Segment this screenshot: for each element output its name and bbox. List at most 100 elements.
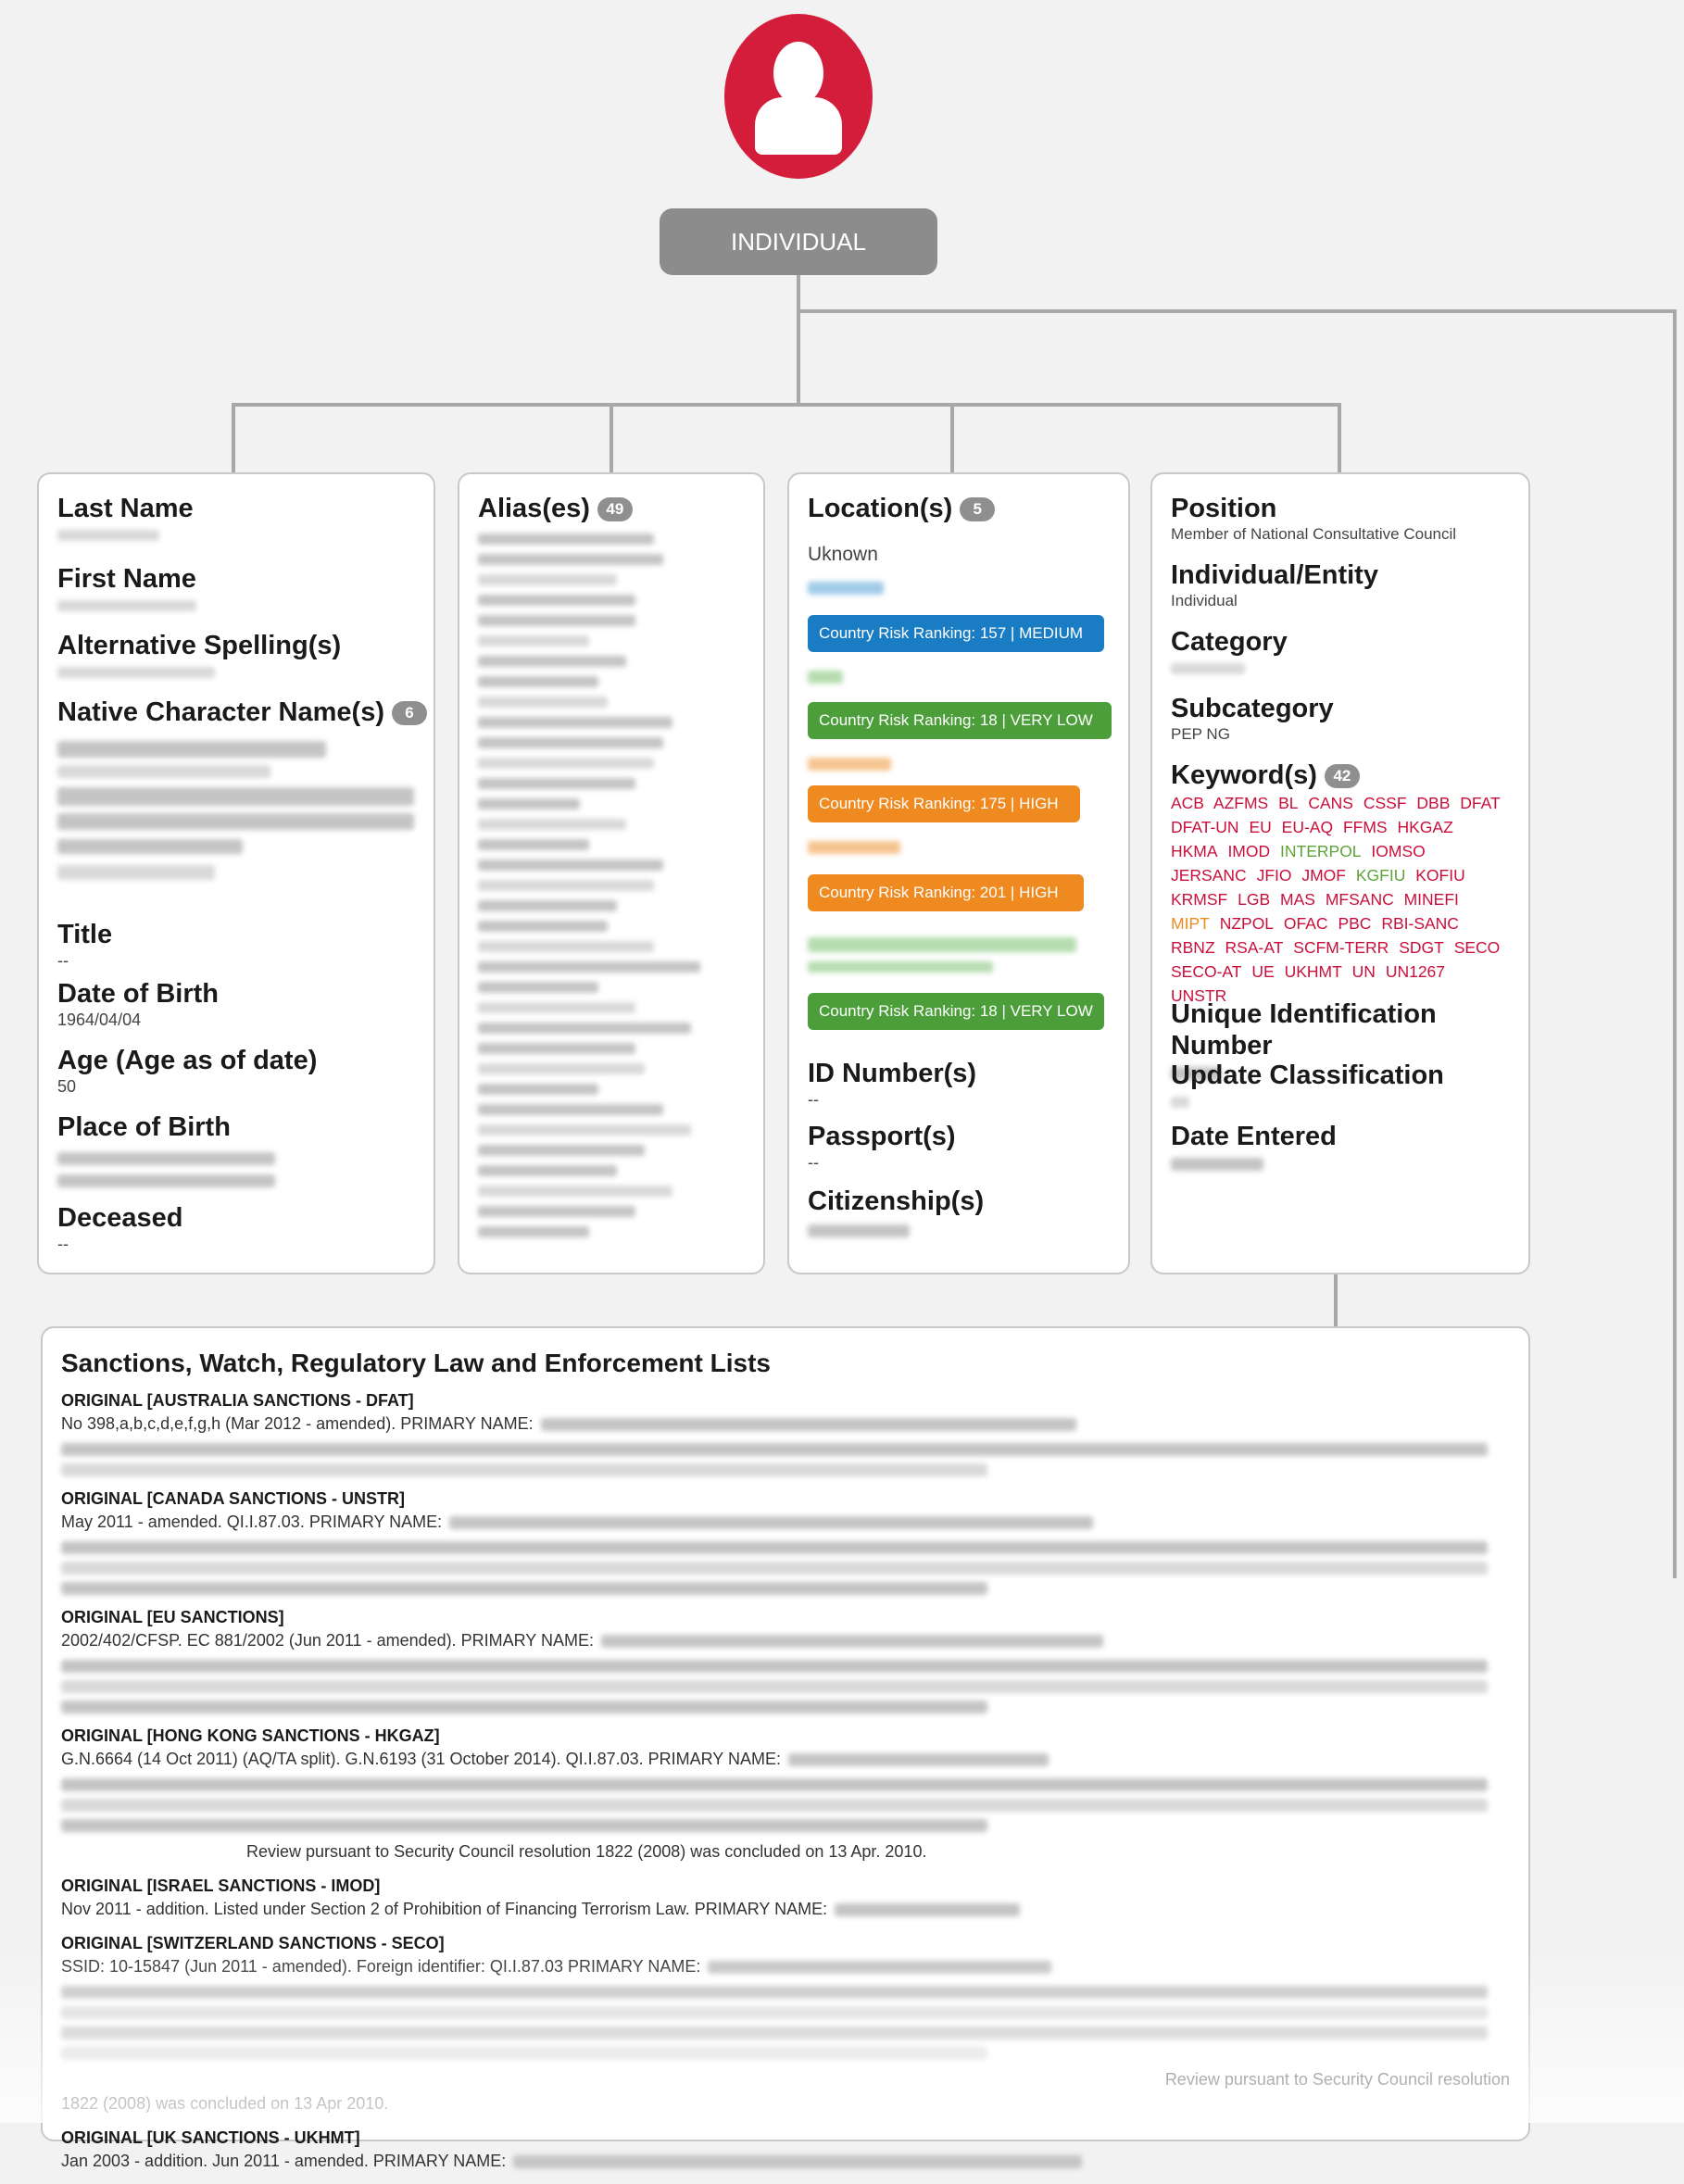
alias-redacted-row [478, 554, 663, 565]
aliases-label-text: Alias(es) [478, 494, 590, 523]
sanction-entry-header: ORIGINAL [CANADA SANCTIONS - UNSTR] [61, 1489, 405, 1508]
dob-field: Date of Birth 1964/04/04 [57, 978, 434, 1030]
connector-line [232, 403, 1341, 407]
category-label: Category [1171, 627, 1288, 657]
title-label: Title [57, 920, 113, 949]
alias-redacted-row [478, 798, 580, 810]
keyword-tag: EU-AQ [1281, 818, 1334, 836]
connector-line [610, 403, 613, 472]
native-name-label: Native Character Name(s) 6 [57, 697, 434, 728]
redacted-value [57, 1174, 275, 1187]
alias-redacted-row [478, 1043, 635, 1054]
native-name-field: Native Character Name(s) 6 [57, 697, 434, 880]
keywords-label-text: Keyword(s) [1171, 760, 1317, 790]
id-number-label: ID Number(s) [808, 1059, 977, 1088]
keyword-tag: UKHMT [1284, 962, 1342, 981]
aliases-label: Alias(es) 49 [478, 493, 763, 524]
alias-list [478, 533, 763, 1237]
first-name-label: First Name [57, 564, 196, 594]
alias-redacted-row [478, 1145, 645, 1156]
individual-entity-field: Individual/Entity Individual [1171, 559, 1528, 611]
keyword-tag: MAS [1280, 890, 1315, 909]
alias-redacted-row [478, 737, 663, 748]
sanctions-card: Sanctions, Watch, Regulatory Law and Enf… [41, 1326, 1530, 2170]
alias-redacted-row [478, 1226, 589, 1237]
redacted-value [601, 1635, 1103, 1649]
keyword-tag: INTERPOL [1280, 842, 1362, 860]
last-name-field: Last Name [57, 493, 434, 541]
connector-line [1334, 1271, 1338, 1326]
alias-redacted-row [478, 1002, 635, 1013]
native-name-label-text: Native Character Name(s) [57, 697, 384, 727]
redacted-value [1171, 1158, 1263, 1171]
sanction-entry-text: No 398,a,b,c,d,e,f,g,h (Mar 2012 - amend… [61, 1414, 534, 1433]
avatar-shoulders [755, 97, 842, 155]
redacted-value [61, 1986, 1488, 1999]
keyword-tag: HKGAZ [1397, 818, 1453, 836]
redacted-value [61, 2027, 1488, 2040]
redacted-value [61, 1541, 1488, 1554]
keyword-tag: OFAC [1283, 914, 1328, 933]
redacted-value [57, 765, 270, 778]
redacted-value [835, 1903, 1021, 1917]
redacted-value [61, 1799, 1488, 1812]
keyword-tag: JFIO [1256, 866, 1292, 885]
keyword-tag: FFMS [1342, 818, 1388, 836]
redacted-value [788, 1753, 1049, 1767]
individual-entity-label: Individual/Entity [1171, 560, 1378, 590]
first-name-field: First Name [57, 563, 434, 611]
alias-redacted-row [478, 758, 654, 769]
connector-line [1338, 403, 1341, 472]
sanction-entry-header: ORIGINAL [EU SANCTIONS] [61, 1608, 284, 1626]
sanction-entry-text: May 2011 - amended. QI.I.87.03. PRIMARY … [61, 1512, 443, 1531]
alias-redacted-row [478, 1165, 617, 1176]
redacted-value [61, 1443, 1488, 1456]
alias-redacted-row [478, 1104, 663, 1115]
keyword-tag: ACB [1171, 794, 1204, 812]
dob-value: 1964/04/04 [57, 1010, 142, 1029]
redacted-value [708, 1961, 1052, 1975]
location-unknown: Uknown [808, 544, 878, 565]
keyword-tag: RBI-SANC [1381, 914, 1459, 933]
sanction-entry-header: ORIGINAL [SWITZERLAND SANCTIONS - SECO] [61, 1934, 445, 1952]
keyword-tag: PBC [1338, 914, 1372, 933]
keyword-tag: RSA-AT [1225, 938, 1284, 957]
individual-entity-value: Individual [1171, 592, 1238, 609]
locations-count-badge: 5 [960, 497, 996, 522]
alias-redacted-row [478, 778, 635, 789]
alias-redacted-row [478, 697, 608, 708]
sanction-entry-text: SSID: 10-15847 (Jun 2011 - amended). For… [61, 1957, 701, 1976]
native-name-count-badge: 6 [391, 701, 427, 726]
alias-redacted-row [478, 595, 635, 606]
alias-redacted-row [478, 941, 654, 952]
keyword-tag: LGB [1238, 890, 1271, 909]
alias-redacted-row [478, 635, 589, 646]
keywords-field: Keyword(s) 42 ACB AZFMS BL CANS CSSF DBB … [1171, 759, 1510, 1008]
alias-redacted-row [478, 1023, 691, 1034]
date-entered-field: Date Entered [1171, 1121, 1528, 1171]
risk-ranking-badge: Country Risk Ranking: 201 | HIGH [808, 874, 1084, 911]
connector-line [232, 403, 235, 472]
keyword-list: ACB AZFMS BL CANS CSSF DBB DFAT DFAT-UN … [1171, 791, 1510, 1008]
keyword-tag: UN [1351, 962, 1376, 981]
connector-line [797, 275, 800, 405]
keyword-tag: BL [1278, 794, 1299, 812]
classification-card: Position Member of National Consultative… [1150, 472, 1530, 1274]
avatar-head [773, 42, 823, 105]
subcategory-label: Subcategory [1171, 694, 1334, 723]
sanction-entry: ORIGINAL [EU SANCTIONS] 2002/402/CFSP. EC… [61, 1606, 1510, 1713]
redacted-value [1171, 663, 1245, 674]
redacted-value [61, 1819, 987, 1832]
risk-ranking-badge: Country Risk Ranking: 18 | VERY LOW [808, 993, 1104, 1030]
dob-label: Date of Birth [57, 979, 219, 1009]
alias-redacted-row [478, 676, 598, 687]
locations-card: Location(s) 5 Uknown Country Risk Ranking… [787, 472, 1130, 1274]
sanction-entry-text: Jan 2003 - addition. Jun 2011 - amended.… [61, 2152, 507, 2170]
redacted-value [61, 2006, 1488, 2019]
sanction-entry: ORIGINAL [HONG KONG SANCTIONS - HKGAZ] G.… [61, 1725, 1510, 1864]
redacted-value [61, 1701, 987, 1713]
keywords-count-badge: 42 [1324, 764, 1360, 789]
date-entered-label: Date Entered [1171, 1122, 1337, 1151]
alias-redacted-row [478, 717, 672, 728]
alias-redacted-row [478, 574, 617, 585]
